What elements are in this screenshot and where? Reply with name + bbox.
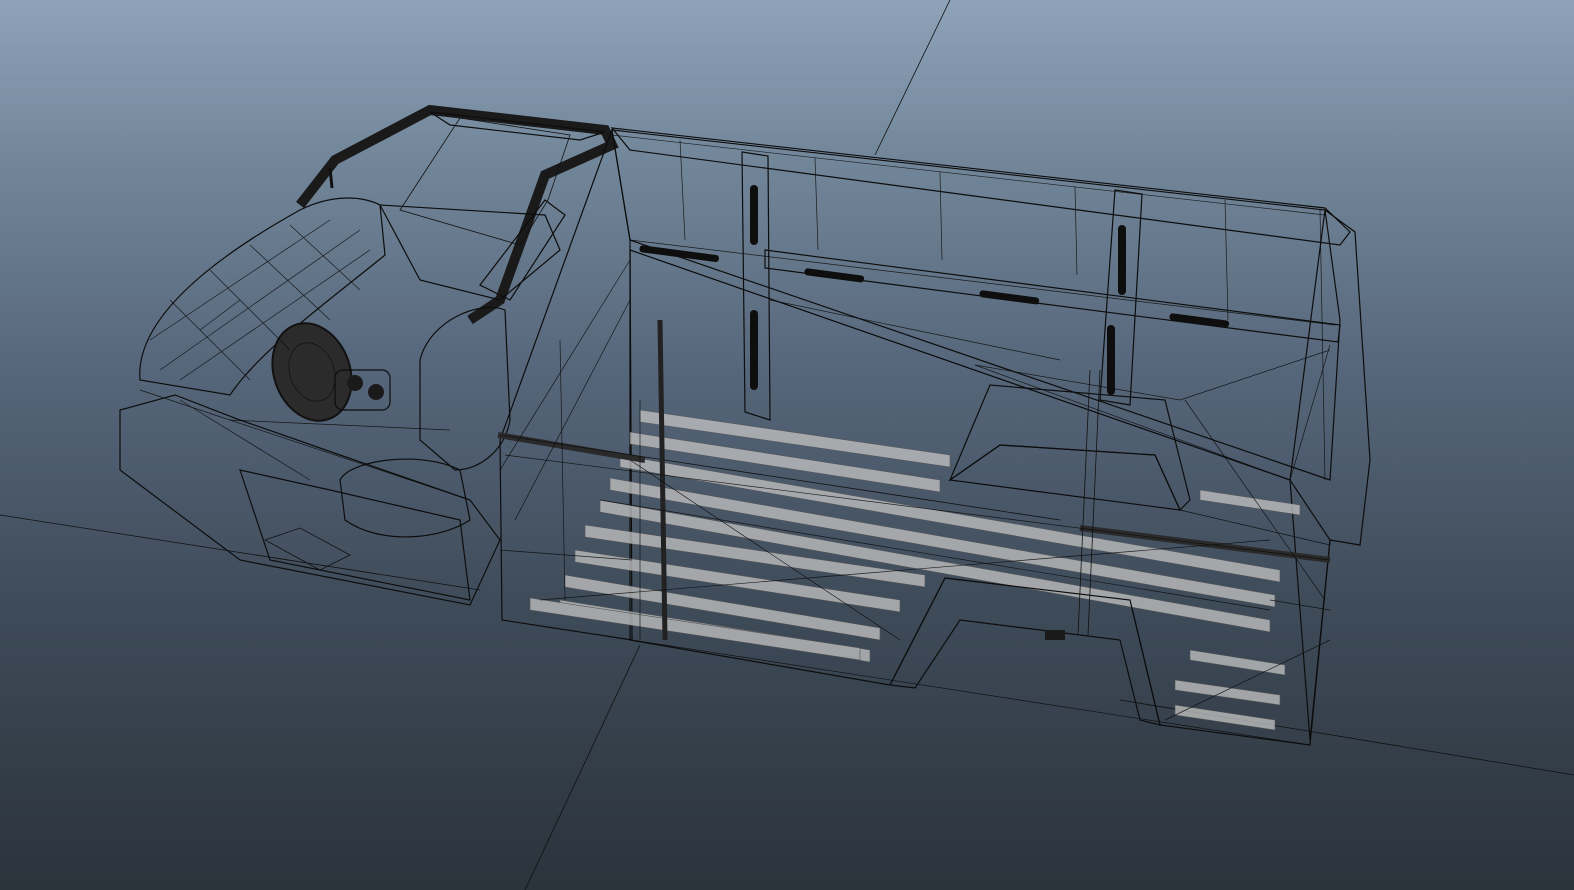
- post-slot: [750, 310, 758, 390]
- floor-mat: [264, 527, 351, 571]
- steering-wheel[interactable]: [259, 312, 365, 432]
- cross-rod: [497, 432, 646, 463]
- cup-holder-icon: [368, 384, 384, 400]
- driver-seat-cushion[interactable]: [339, 458, 471, 538]
- left-wall-panel-seams: [499, 259, 633, 601]
- cup-holder-icon: [347, 375, 363, 391]
- wheel-arch-right-side: [948, 444, 1181, 511]
- cargo-top-rim[interactable]: [610, 127, 1351, 246]
- driver-seat-back[interactable]: [419, 306, 511, 471]
- grid-axes: [0, 0, 1574, 890]
- cargo-bay[interactable]: [497, 127, 1371, 746]
- floor-slats: [529, 409, 1301, 731]
- post-slot: [750, 185, 758, 245]
- grid-axis-x-left: [0, 514, 481, 591]
- antenna: [328, 167, 334, 189]
- rail-slots: [639, 245, 1230, 328]
- grid-axis-z-bottom: [524, 644, 641, 890]
- cab[interactable]: [119, 104, 619, 606]
- post-slot: [1118, 225, 1126, 295]
- bulkhead-rail[interactable]: [764, 249, 1341, 343]
- post-slot: [1107, 325, 1115, 395]
- cab-floor[interactable]: [239, 469, 471, 601]
- cab-lower-body[interactable]: [119, 394, 501, 606]
- 3d-viewport[interactable]: [0, 0, 1574, 890]
- cross-rod-edge: [499, 434, 1061, 521]
- scene-canvas[interactable]: [0, 0, 1574, 890]
- floor-latch: [1045, 630, 1065, 640]
- grid-axis-z-top: [874, 0, 951, 156]
